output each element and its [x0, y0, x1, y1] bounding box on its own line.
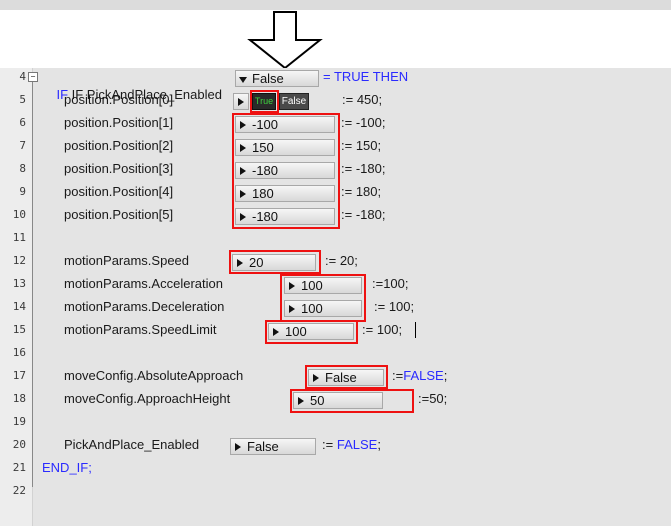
line-number: 17	[12, 369, 26, 382]
highlight-box	[280, 274, 366, 322]
fold-guide-line	[32, 82, 33, 487]
fold-collapse-icon[interactable]: −	[28, 72, 38, 82]
highlight-box	[232, 113, 340, 229]
code-line-17-tail: :=FALSE;	[392, 367, 447, 385]
dropdown-triangle-icon	[239, 77, 247, 83]
semicolon: ;	[377, 437, 381, 452]
code-line-8: position.Position[3]	[64, 161, 174, 176]
code-line-15: motionParams.SpeedLimit	[64, 322, 217, 337]
line-number: 19	[12, 415, 26, 428]
line-number: 13	[12, 277, 26, 290]
line-number: 12	[12, 254, 26, 267]
code-line-14: motionParams.Deceleration	[64, 299, 225, 314]
value-text: False	[247, 439, 279, 454]
code-line-17: moveConfig.AbsoluteApproach	[64, 368, 244, 383]
code-line-12: motionParams.Speed	[64, 253, 190, 268]
line-number: 8	[19, 162, 26, 175]
value-text: False	[252, 71, 284, 86]
false-toggle-button[interactable]: False	[279, 93, 309, 110]
line-number: 11	[12, 231, 26, 244]
text-caret	[415, 322, 416, 338]
line-number: 14	[12, 300, 26, 313]
line-number: 16	[12, 346, 26, 359]
line-number: 7	[19, 139, 26, 152]
code-line-13-tail: :=100;	[372, 276, 409, 291]
code-line-9: position.Position[4]	[64, 184, 174, 199]
code-line-18: moveConfig.ApproachHeight	[64, 391, 231, 406]
highlight-box	[229, 250, 321, 274]
assign-operator: :=	[322, 437, 334, 452]
keyword: FALSE	[336, 437, 378, 452]
line-number: 15	[12, 323, 26, 336]
value-dropdown-pickandplace[interactable]: False	[235, 70, 319, 87]
code-line-18-tail: :=50;	[418, 391, 448, 406]
code-line-21: END_IF;	[42, 460, 92, 475]
keyword: FALSE	[403, 368, 444, 383]
code-line-20: PickAndPlace_Enabled	[64, 437, 200, 452]
highlight-box	[265, 320, 358, 344]
highlight-box	[305, 365, 388, 389]
line-number: 5	[19, 93, 26, 106]
top-toolbar-strip	[0, 0, 671, 10]
semicolon: ;	[443, 368, 448, 383]
code-line-7-tail: := 150;	[341, 138, 382, 153]
code-line-9-tail: := 180;	[341, 184, 382, 199]
code-line-10: position.Position[5]	[64, 207, 174, 222]
line-number: 10	[12, 208, 26, 221]
code-line-13: motionParams.Acceleration	[64, 276, 223, 291]
line-number: 9	[19, 185, 26, 198]
line-number-gutter	[0, 68, 33, 526]
code-line-4-tail: = TRUE THEN	[323, 69, 409, 84]
highlight-box	[250, 90, 279, 113]
value-field-pickandplace[interactable]: False	[230, 438, 316, 455]
code-editor[interactable]: 4 5 6 7 8 9 10 11 12 13 14 15 16 17 18 1…	[0, 68, 671, 526]
code-line-10-tail: := -180;	[341, 207, 386, 222]
code-line-6: position.Position[1]	[64, 115, 174, 130]
code-line-6-tail: := -100;	[341, 115, 386, 130]
line-number: 18	[12, 392, 26, 405]
line-number: 21	[12, 461, 26, 474]
assign-operator: :=	[392, 368, 404, 383]
code-line-20-tail: := FALSE;	[322, 436, 381, 454]
expand-arrow[interactable]	[233, 93, 249, 110]
line-number: 6	[19, 116, 26, 129]
code-line-8-tail: := -180;	[341, 161, 386, 176]
expand-triangle-icon	[235, 443, 241, 451]
code-line-7: position.Position[2]	[64, 138, 174, 153]
code-line-5-tail: := 450;	[342, 92, 383, 107]
code-line-12-tail: := 20;	[325, 253, 358, 268]
line-number: 20	[12, 438, 26, 451]
down-arrow-icon	[247, 11, 323, 70]
code-line-5: position.Position[0]	[64, 92, 174, 107]
code-line-14-tail: := 100;	[374, 299, 415, 314]
expand-triangle-icon	[238, 98, 244, 106]
highlight-box	[290, 389, 414, 413]
line-number: 22	[12, 484, 26, 497]
code-line-15-tail: := 100;	[362, 322, 403, 337]
line-number: 4	[19, 70, 26, 83]
